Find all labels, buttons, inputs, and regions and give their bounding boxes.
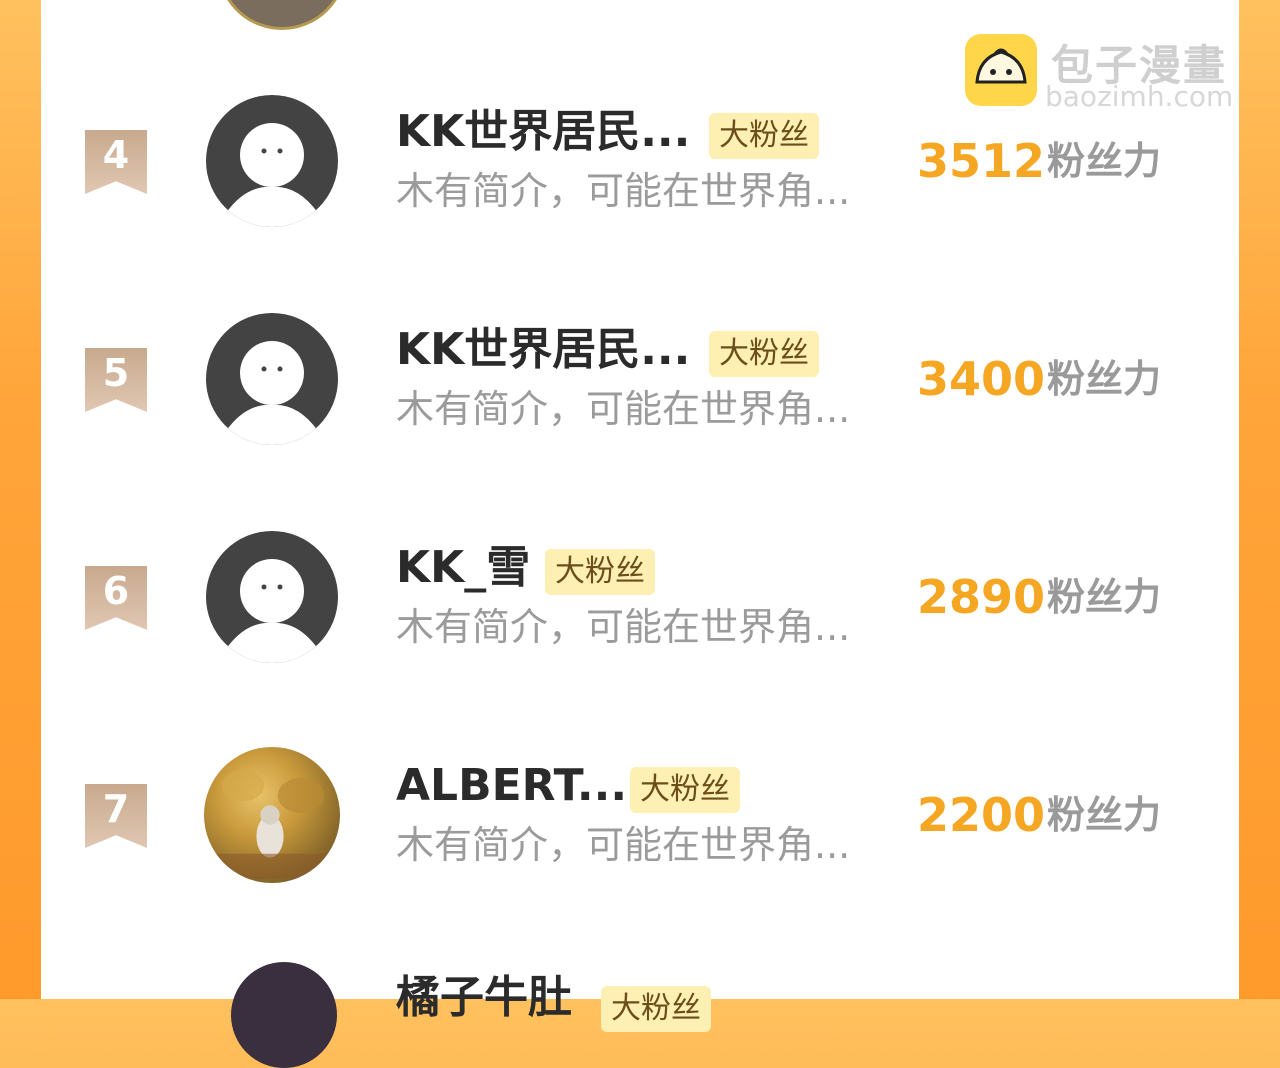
fan-level-badge: 大粉丝 (709, 331, 819, 377)
user-bio: 木有简介，可能在世界角... (396, 169, 851, 213)
user-name[interactable]: ALBERT... (396, 760, 627, 812)
rank-number: 6 (102, 569, 130, 613)
fan-score-unit: 粉丝力 (1047, 575, 1162, 619)
rank-number: 5 (102, 351, 130, 395)
user-name[interactable]: KK世界居民... (396, 106, 690, 158)
rank-badge: 6 (85, 566, 147, 630)
site-watermark: 包子漫畫 baozimh.com (965, 34, 1255, 114)
user-bio: 木有简介，可能在世界角... (396, 387, 851, 431)
rank-badge: 7 (85, 784, 147, 848)
avatar[interactable] (231, 962, 337, 1068)
default-avatar-icon[interactable] (206, 313, 338, 445)
fan-level-badge: 大粉丝 (601, 986, 711, 1032)
fan-level-badge: 大粉丝 (709, 113, 819, 159)
avatar[interactable] (217, 0, 347, 30)
rank-badge: 5 (85, 348, 147, 412)
user-name[interactable]: KK世界居民... (396, 324, 690, 376)
rank-badge: 4 (85, 130, 147, 194)
user-name[interactable]: 橘子牛肚 (396, 972, 572, 1024)
list-item[interactable]: 7 ALBERT... 大粉丝 木有简介，可能在世界角... 2200 粉丝力 (41, 744, 1239, 884)
fan-score: 3512 (917, 134, 1046, 188)
fan-level-badge: 大粉丝 (630, 767, 740, 813)
fan-score-unit: 粉丝力 (1047, 139, 1162, 183)
leaderboard-panel: 4 KK世界居民... 大粉丝 木有简介，可能在世界角... 3512 粉丝力 … (41, 0, 1239, 1068)
list-item[interactable]: 5 KK世界居民... 大粉丝 木有简介，可能在世界角... 3400 粉丝力 (41, 308, 1239, 448)
watermark-url: baozimh.com (1045, 80, 1234, 113)
rank-number: 7 (102, 787, 130, 831)
fan-score-unit: 粉丝力 (1047, 793, 1162, 837)
rank-number: 4 (102, 133, 130, 177)
user-bio: 木有简介，可能在世界角... (396, 823, 851, 867)
user-bio: 木有简介，可能在世界角... (396, 605, 851, 649)
fan-score: 2200 (917, 788, 1046, 842)
default-avatar-icon[interactable] (206, 95, 338, 227)
fan-score: 2890 (917, 570, 1046, 624)
default-avatar-icon[interactable] (206, 531, 338, 663)
avatar[interactable] (204, 747, 340, 883)
fan-score: 3400 (917, 352, 1046, 406)
fan-level-badge: 大粉丝 (545, 549, 655, 595)
user-name[interactable]: KK_雪 (396, 542, 530, 594)
list-item[interactable]: 6 KK_雪 大粉丝 木有简介，可能在世界角... 2890 粉丝力 (41, 526, 1239, 666)
fan-score-unit: 粉丝力 (1047, 357, 1162, 401)
bun-logo-icon (965, 34, 1037, 106)
